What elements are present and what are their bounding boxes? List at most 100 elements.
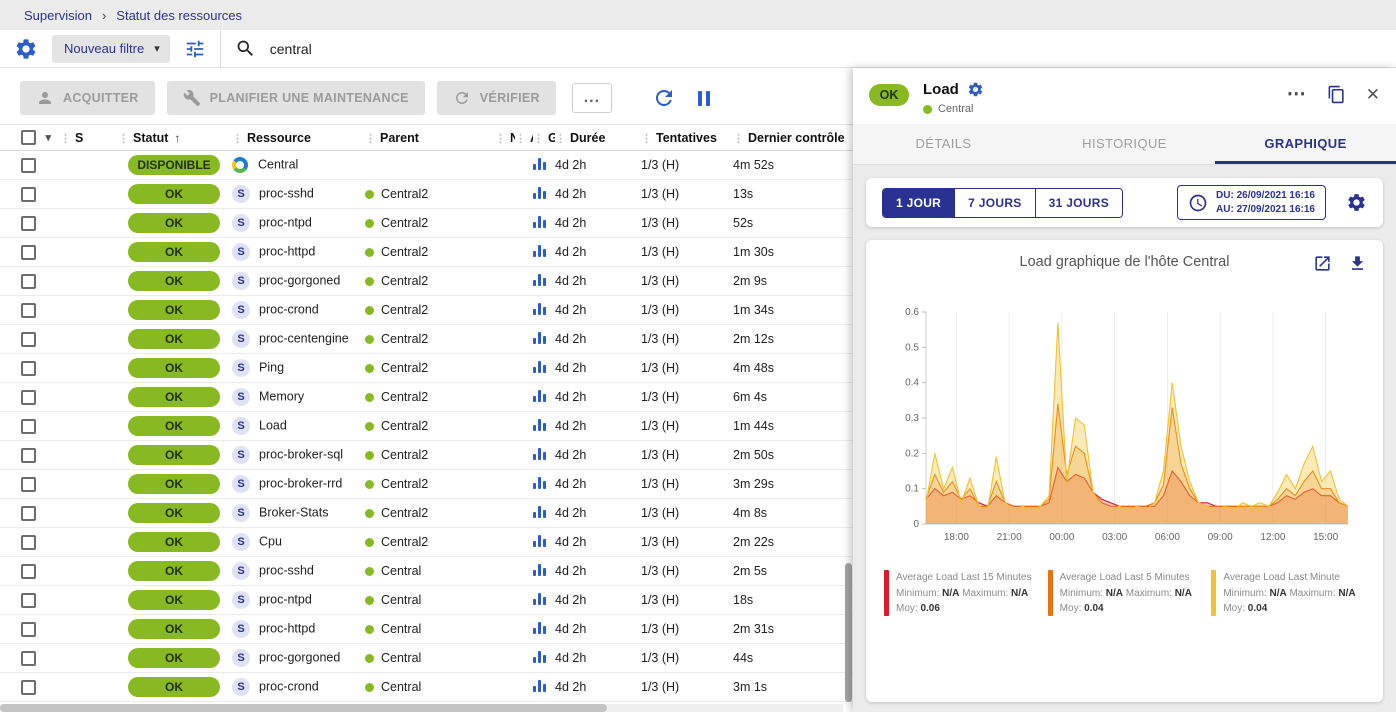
resource-name[interactable]: proc-gorgoned [259, 650, 340, 664]
more-actions-button[interactable]: ... [572, 83, 612, 113]
graph-icon[interactable] [533, 563, 546, 576]
header-duration[interactable]: Durée [570, 131, 605, 145]
table-row[interactable]: OKSproc-centengineCentral24d 2h1/3 (H)2m… [0, 325, 853, 354]
resource-name[interactable]: proc-crond [259, 679, 319, 693]
resource-name[interactable]: proc-gorgoned [259, 273, 340, 287]
graph-icon[interactable] [533, 418, 546, 431]
graph-icon[interactable] [533, 215, 546, 228]
range-button[interactable]: 7 JOURS [955, 189, 1035, 217]
graph-icon[interactable] [533, 244, 546, 257]
header-severity[interactable]: S [75, 131, 83, 145]
table-row[interactable]: OKSMemoryCentral24d 2h1/3 (H)6m 4s [0, 383, 853, 412]
parent-name[interactable]: Central2 [381, 535, 428, 549]
table-row[interactable]: OKSproc-crondCentral4d 2h1/3 (H)3m 1s [0, 673, 853, 702]
graph-icon[interactable] [533, 621, 546, 634]
parent-name[interactable]: Central2 [381, 448, 428, 462]
column-drag-icon[interactable]: ⋮ [60, 133, 71, 145]
resource-name[interactable]: proc-httpd [259, 621, 315, 635]
parent-name[interactable]: Central2 [381, 245, 428, 259]
close-icon[interactable]: ✕ [1366, 86, 1380, 103]
graph-icon[interactable] [533, 447, 546, 460]
tune-filter-icon[interactable] [184, 38, 206, 60]
graph-settings-gear-icon[interactable] [1346, 192, 1367, 213]
column-drag-icon[interactable]: ⋮ [555, 133, 566, 145]
parent-name[interactable]: Central2 [381, 216, 428, 230]
resource-name[interactable]: proc-sshd [259, 563, 314, 577]
table-row[interactable]: OKSproc-ntpdCentral24d 2h1/3 (H)52s [0, 209, 853, 238]
pause-icon[interactable] [698, 91, 710, 106]
column-drag-icon[interactable]: ⋮ [365, 133, 376, 145]
row-checkbox[interactable] [21, 390, 36, 405]
legend-item[interactable]: Average Load Last 15 MinutesMinimum: N/A… [884, 570, 1038, 617]
parent-name[interactable]: Central2 [381, 477, 428, 491]
graph-icon[interactable] [533, 157, 546, 170]
table-row[interactable]: OKSproc-crondCentral24d 2h1/3 (H)1m 34s [0, 296, 853, 325]
table-row[interactable]: OKSproc-httpdCentral24d 2h1/3 (H)1m 30s [0, 238, 853, 267]
load-chart-svg[interactable]: 18:0021:0000:0003:0006:0009:0012:0015:00… [886, 302, 1364, 554]
table-row[interactable]: OKSproc-sshdCentral24d 2h1/3 (H)13s [0, 180, 853, 209]
table-row[interactable]: DISPONIBLECentral4d 2h1/3 (H)4m 52s [0, 151, 853, 180]
column-drag-icon[interactable]: ⋮ [533, 133, 544, 145]
parent-name[interactable]: Central2 [381, 274, 428, 288]
table-row[interactable]: OKSBroker-StatsCentral24d 2h1/3 (H)4m 8s [0, 499, 853, 528]
resource-name[interactable]: Ping [259, 360, 284, 374]
graph-icon[interactable] [533, 186, 546, 199]
horizontal-scrollbar[interactable] [0, 704, 843, 712]
resource-name[interactable]: proc-ntpd [259, 215, 312, 229]
parent-name[interactable]: Central [381, 564, 421, 578]
resource-name[interactable]: proc-broker-rrd [259, 476, 342, 490]
resource-name[interactable]: proc-ntpd [259, 592, 312, 606]
table-row[interactable]: OKSproc-broker-sqlCentral24d 2h1/3 (H)2m… [0, 441, 853, 470]
table-row[interactable]: OKSproc-gorgonedCentral24d 2h1/3 (H)2m 9… [0, 267, 853, 296]
download-icon[interactable] [1348, 254, 1367, 273]
graph-icon[interactable] [533, 505, 546, 518]
graph-icon[interactable] [533, 389, 546, 402]
downtime-button[interactable]: PLANIFIER UNE MAINTENANCE [167, 81, 425, 115]
table-row[interactable]: OKSproc-ntpdCentral4d 2h1/3 (H)18s [0, 586, 853, 615]
horizontal-scrollbar-thumb[interactable] [0, 704, 607, 712]
panel-parent-name[interactable]: Central [938, 103, 973, 115]
acknowledge-button[interactable]: ACQUITTER [20, 81, 155, 115]
row-checkbox[interactable] [21, 506, 36, 521]
column-drag-icon[interactable]: ⋮ [515, 133, 526, 145]
header-graph[interactable]: G [548, 131, 555, 145]
table-row[interactable]: OKSPingCentral24d 2h1/3 (H)4m 48s [0, 354, 853, 383]
parent-name[interactable]: Central2 [381, 390, 428, 404]
parent-name[interactable]: Central2 [381, 361, 428, 375]
parent-name[interactable]: Central2 [381, 187, 428, 201]
legend-item[interactable]: Average Load Last 5 MinutesMinimum: N/A … [1048, 570, 1202, 617]
graph-icon[interactable] [533, 331, 546, 344]
parent-name[interactable]: Central2 [381, 303, 428, 317]
row-checkbox[interactable] [21, 187, 36, 202]
column-drag-icon[interactable]: ⋮ [232, 133, 243, 145]
graph-icon[interactable] [533, 592, 546, 605]
legend-item[interactable]: Average Load Last MinuteMinimum: N/A Max… [1211, 570, 1365, 617]
header-status[interactable]: Statut [133, 131, 168, 145]
resource-name[interactable]: Memory [259, 389, 304, 403]
parent-name[interactable]: Central [381, 651, 421, 665]
parent-name[interactable]: Central [381, 622, 421, 636]
panel-more-icon[interactable]: ⋯ [1287, 85, 1307, 104]
parent-name[interactable]: Central [381, 680, 421, 694]
table-row[interactable]: OKSproc-gorgonedCentral4d 2h1/3 (H)44s [0, 644, 853, 673]
row-checkbox[interactable] [21, 419, 36, 434]
range-button[interactable]: 31 JOURS [1036, 189, 1122, 217]
resource-name[interactable]: proc-broker-sql [259, 447, 343, 461]
table-row[interactable]: OKSproc-broker-rrdCentral24d 2h1/3 (H)3m… [0, 470, 853, 499]
select-all-checkbox[interactable] [21, 130, 36, 145]
settings-gear-icon[interactable] [14, 37, 38, 61]
tab-historique[interactable]: HISTORIQUE [1034, 124, 1215, 164]
column-drag-icon[interactable]: ⋮ [641, 133, 652, 145]
range-button[interactable]: 1 JOUR [883, 189, 955, 217]
row-checkbox[interactable] [21, 303, 36, 318]
header-last-check[interactable]: Dernier contrôle [748, 131, 845, 145]
row-checkbox[interactable] [21, 245, 36, 260]
column-drag-icon[interactable]: ⋮ [118, 133, 129, 145]
row-checkbox[interactable] [21, 477, 36, 492]
resource-name[interactable]: Central [258, 157, 298, 171]
tab-détails[interactable]: DÉTAILS [853, 124, 1034, 164]
row-checkbox[interactable] [21, 274, 36, 289]
column-drag-icon[interactable]: ⋮ [495, 133, 506, 145]
row-checkbox[interactable] [21, 593, 36, 608]
select-all-caret-icon[interactable]: ▾ [45, 132, 51, 144]
